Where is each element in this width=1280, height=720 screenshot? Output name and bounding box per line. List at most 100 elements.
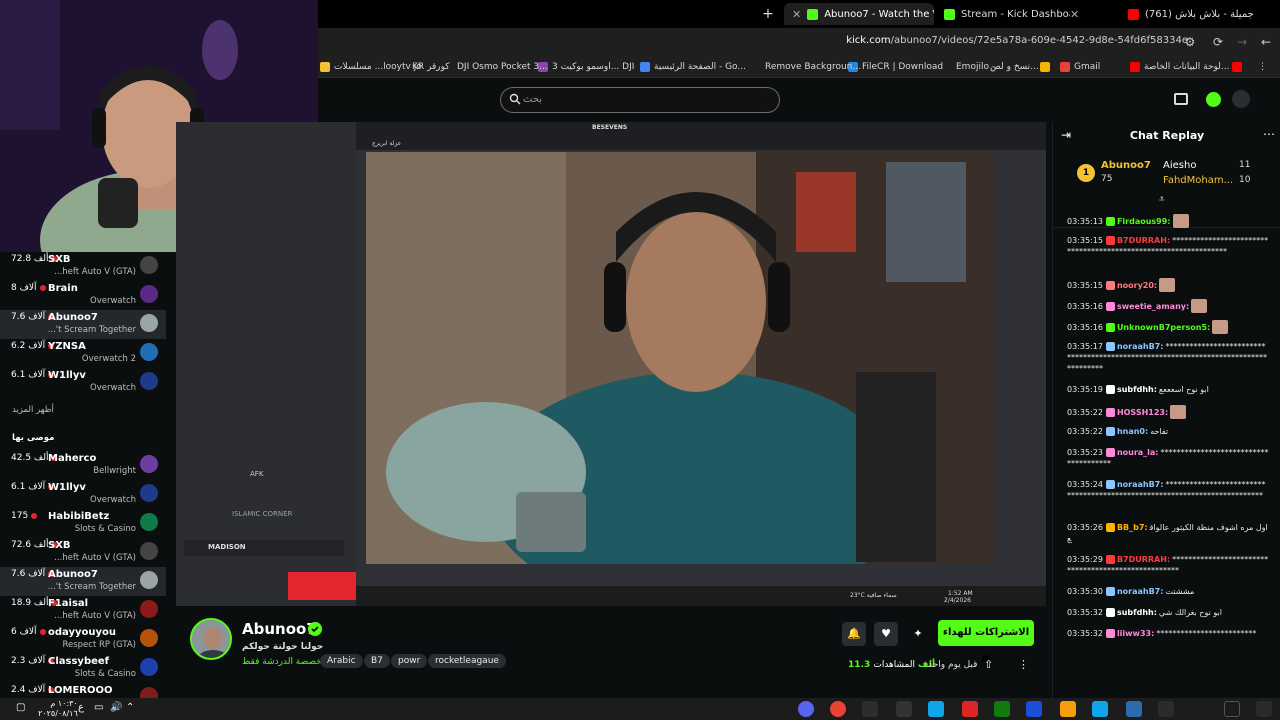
bookmark-item[interactable]: مسلسلات ...looytv jo [320,60,422,74]
channel-category: ...heft Auto V (GTA) [54,611,136,621]
app-icon[interactable] [928,701,944,717]
sidebar-channel[interactable]: 72.6 ألف SXB ...heft Auto V (GTA) [0,538,166,567]
leader-name[interactable]: FahdMoham... [1163,175,1233,186]
tab-kick-dashboard[interactable]: Stream - Kick Dashboard [936,3,1070,25]
bookmark-youtube[interactable] [1232,60,1242,74]
sidebar-channel[interactable]: 6.1 آلاف W1llyv Overwatch [0,368,166,397]
chat-username[interactable]: subfdhh: [1117,385,1157,394]
tag-pill[interactable]: powr [391,654,428,668]
start-icon[interactable] [1256,701,1272,717]
bookmark-item[interactable]: DJI Osmo Pocket 3... [457,60,548,74]
system-clock[interactable]: ١٠:٣٠ م ٢٠٢٥/٠٨/١٦ [38,699,78,719]
tag-pill[interactable]: rocketleagaue [428,654,506,668]
back-icon[interactable]: ← [1258,34,1274,50]
kick-logo-icon[interactable] [1206,92,1221,107]
leader-name[interactable]: Abunoo7 [1101,160,1151,171]
file-explorer-icon[interactable] [1060,701,1076,717]
chat-username[interactable]: HOSSH123: [1117,408,1168,417]
sidebar-channel[interactable]: 18.9 ألف F1aisal ...heft Auto V (GTA) [0,596,166,625]
chrome-icon[interactable] [830,701,846,717]
chat-username[interactable]: subfdhh: [1117,608,1157,617]
sidebar-channel[interactable]: 2.3 آلاف Classybeef Slots & Casino [0,654,166,683]
notifications-icon[interactable]: ▢ [16,702,25,713]
streamer-avatar[interactable] [190,618,232,660]
streamer-name[interactable]: Abunoo7 [242,620,317,638]
app-icon[interactable] [1026,701,1042,717]
kick-icon [944,8,955,20]
sidebar-channel[interactable]: 6.2 آلاف YZNSA Overwatch 2 [0,339,166,368]
bookmark-item[interactable] [1040,60,1050,74]
app-icon[interactable] [1126,701,1142,717]
chat-username[interactable]: noraahB7: [1117,587,1164,596]
follow-button[interactable]: ♥ [874,622,898,646]
language-icon[interactable]: ع [78,702,84,713]
sidebar-channel[interactable]: 72.8 ألف SXB ...heft Auto V (GTA) [0,252,166,281]
chat-username[interactable]: UnknownB7person5: [1117,323,1210,332]
bookmark-item[interactable]: الصفحة الرئيسية - Go... [640,60,746,74]
avatar [140,256,158,274]
leader-name[interactable]: Aiesho [1163,160,1196,171]
reload-icon[interactable]: ⟳ [1210,34,1226,50]
chat-username[interactable]: liiww33: [1117,629,1154,638]
chat-username[interactable]: B7DURRAH: [1117,555,1170,564]
bookmark-item[interactable]: Emojilo - [956,60,995,74]
video-player[interactable]: ISLAMIC CORNER AFK MADISON BESEVENS عزلة… [176,122,1046,606]
tab-youtube[interactable]: (761) جميلة - بلاش بلاش | Tube [1120,3,1258,25]
chat-username[interactable]: BB_b7: [1117,523,1148,532]
clip-button[interactable]: ✦ [906,622,930,646]
chat-username[interactable]: noraahB7: [1117,480,1164,489]
avatar[interactable] [1232,90,1250,108]
sidebar-channel[interactable]: 7.6 آلاف Abunoo7 ...'t Scream Together [0,567,166,596]
sidebar-channel[interactable]: 6 آلاف odayyouyou Respect RP (GTA) [0,625,166,654]
sidebar-channel[interactable]: 175 HabibiBetz Slots & Casino [0,509,166,538]
bookmark-item[interactable]: لوحة البيانات الخاصة... [1130,60,1230,74]
bookmark-item[interactable]: FileCR | Download [848,60,943,74]
gift-subs-button[interactable]: الاشتراكات للهداء ▣ [938,620,1034,664]
chat-username[interactable]: hnan0: [1117,427,1148,436]
share-icon[interactable]: ⇧ [984,658,993,671]
tag-pill[interactable]: Arabic [320,654,363,668]
chat-menu-icon[interactable]: ⋯ [1263,127,1275,141]
search-taskbar-icon[interactable] [1224,701,1240,717]
url-field[interactable]: kick.com/abunoo7/videos/72e5a78a-609e-45… [846,35,1188,46]
sidebar-channel[interactable]: 6.1 آلاف W1llyv Overwatch [0,480,166,509]
sidebar-channel[interactable]: 7.6 آلاف Abunoo7 ...'t Scream Together [0,310,166,339]
bookmark-item[interactable]: نسخ و لص... [990,60,1039,74]
app-icon[interactable] [896,701,912,717]
tag-pill[interactable]: B7 [364,654,390,668]
xbox-icon[interactable] [994,701,1010,717]
sidebar-channel[interactable]: 42.5 ألف Maherco Bellwright [0,451,166,480]
stream-category[interactable]: مخصصة الدردشة فقط [242,657,327,667]
bookmark-item[interactable]: Remove Backgroun... [765,60,861,74]
gift-icon[interactable] [1174,93,1188,105]
settings-icon[interactable] [1158,701,1174,717]
app-icon[interactable] [1092,701,1108,717]
new-tab-icon[interactable]: + [756,3,780,25]
chat-username[interactable]: B7DURRAH: [1117,236,1170,245]
tab-kick-vod[interactable]: ✕ Abunoo7 - Watch the VOD [784,3,934,25]
chat-username[interactable]: Firdaous99: [1117,217,1171,226]
app-icon[interactable] [962,701,978,717]
bookmark-item[interactable]: اوسمو بوكيت 3... DJI [538,60,634,74]
chat-username[interactable]: noura_la: [1117,448,1159,457]
chat-username[interactable]: sweetie_amany: [1117,302,1189,311]
notifications-button[interactable]: 🔔 [842,622,866,646]
forward-icon[interactable]: → [1234,34,1250,50]
close-tab-icon[interactable]: ✕ [1070,3,1090,25]
show-more-link[interactable]: أظهر المزيد [12,405,54,415]
bookmarks-more-icon[interactable]: ⋮ [1258,60,1267,74]
close-icon[interactable]: ✕ [792,8,801,21]
volume-icon[interactable]: 🔊 [110,702,122,713]
bookmark-item[interactable]: Gmail [1060,60,1100,74]
sidebar-channel[interactable]: 8 آلاف Brain Overwatch [0,281,166,310]
discord-icon[interactable] [798,701,814,717]
chat-username[interactable]: noraahB7: [1117,342,1164,351]
network-icon[interactable]: ▭ [94,702,103,713]
expand-leaderboard-icon[interactable]: ⩡ [1159,194,1165,205]
search-input[interactable]: بحث [500,87,780,113]
chevron-up-icon[interactable]: ⌃ [126,702,134,713]
more-options-icon[interactable]: ⋮ [1018,658,1029,671]
chat-username[interactable]: noory20: [1117,281,1157,290]
chat-message: 03:35:16 sweetie_amany: [1067,299,1269,313]
app-icon[interactable] [862,701,878,717]
